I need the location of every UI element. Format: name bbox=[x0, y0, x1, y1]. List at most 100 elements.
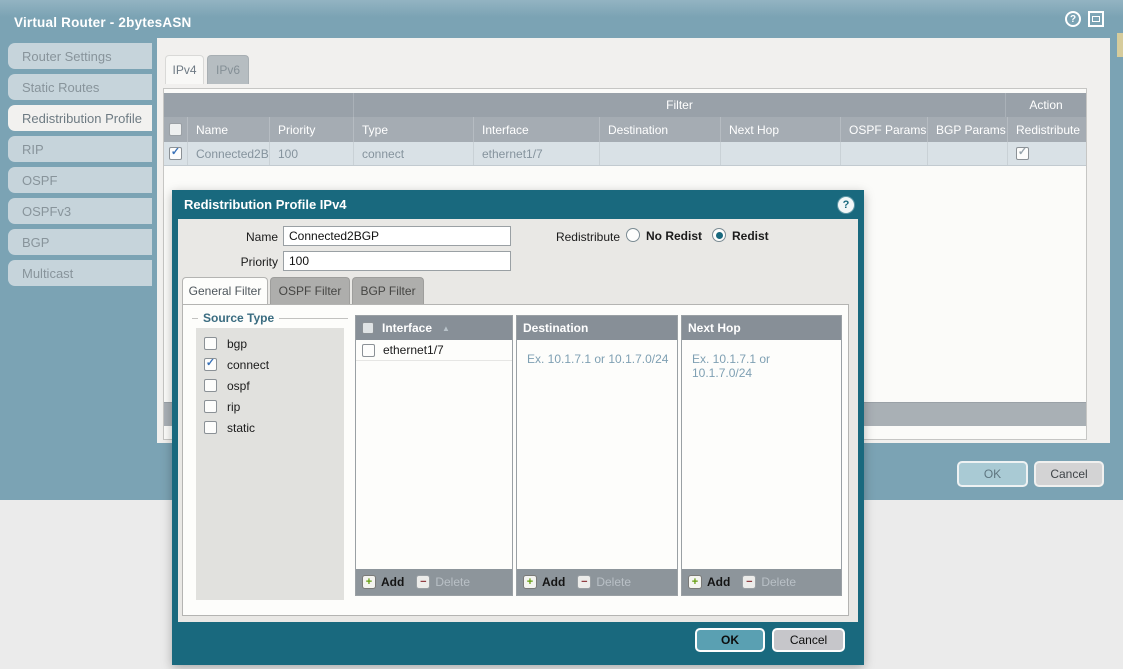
interface-list-footer: + Add − Delete bbox=[356, 569, 512, 595]
source-type-fieldset: Source Type bgp ✓ connect ospf bbox=[192, 311, 348, 603]
next-hop-add-button[interactable]: + Add bbox=[688, 575, 730, 589]
column-header-redistribute[interactable]: Redistribute bbox=[1007, 117, 1086, 142]
sidebar-item-ospfv3[interactable]: OSPFv3 bbox=[8, 198, 152, 224]
tab-bgp-filter[interactable]: BGP Filter bbox=[352, 277, 424, 304]
add-icon: + bbox=[362, 575, 376, 589]
bgp-checkbox[interactable] bbox=[204, 337, 217, 350]
column-header-priority[interactable]: Priority bbox=[269, 117, 353, 142]
delete-icon: − bbox=[742, 575, 756, 589]
source-type-option-rip[interactable]: rip bbox=[196, 396, 344, 417]
sidebar-item-rip[interactable]: RIP bbox=[8, 136, 152, 162]
destination-list-header[interactable]: Destination bbox=[517, 316, 677, 340]
next-hop-list-body[interactable]: Ex. 10.1.7.1 or 10.1.7.0/24 bbox=[682, 340, 841, 569]
destination-list: Destination Ex. 10.1.7.1 or 10.1.7.0/24 … bbox=[516, 315, 678, 596]
screen: Virtual Router - 2bytesASN ? Router Sett… bbox=[0, 0, 1123, 669]
sidebar: Router Settings Static Routes Redistribu… bbox=[8, 43, 152, 286]
no-redist-radio[interactable] bbox=[626, 228, 640, 242]
dialog-titlebar: Virtual Router - 2bytesASN bbox=[0, 0, 1123, 38]
sort-ascending-icon: ▲ bbox=[442, 324, 450, 333]
ethernet-checkbox[interactable] bbox=[362, 344, 375, 357]
sidebar-item-ospf[interactable]: OSPF bbox=[8, 167, 152, 193]
source-type-option-ospf[interactable]: ospf bbox=[196, 375, 344, 396]
source-type-option-static[interactable]: static bbox=[196, 417, 344, 438]
window-resize-icon[interactable] bbox=[1088, 11, 1104, 27]
modal-titlebar: Redistribution Profile IPv4 ? bbox=[172, 190, 864, 219]
redistribute-checkbox: ✓ bbox=[1016, 147, 1029, 160]
sidebar-item-multicast[interactable]: Multicast bbox=[8, 260, 152, 286]
no-redist-radio-label[interactable]: No Redist bbox=[646, 229, 702, 243]
help-icon[interactable]: ? bbox=[1065, 11, 1081, 27]
rip-checkbox[interactable] bbox=[204, 400, 217, 413]
tab-general-filter[interactable]: General Filter bbox=[182, 277, 268, 304]
ospf-checkbox[interactable] bbox=[204, 379, 217, 392]
modal-cancel-button[interactable]: Cancel bbox=[772, 628, 845, 652]
destination-list-body[interactable]: Ex. 10.1.7.1 or 10.1.7.0/24 bbox=[517, 340, 677, 569]
cell-priority: 100 bbox=[269, 142, 353, 165]
column-header-ospf-params[interactable]: OSPF Params bbox=[840, 117, 927, 142]
sidebar-item-bgp[interactable]: BGP bbox=[8, 229, 152, 255]
destination-list-footer: + Add − Delete bbox=[517, 569, 677, 595]
destination-delete-button[interactable]: − Delete bbox=[577, 575, 631, 589]
interface-list: Interface ▲ ethernet1/7 + Add bbox=[355, 315, 513, 596]
modal-body: Name Redistribute No Redist Redist Prior… bbox=[178, 219, 858, 622]
interface-list-header[interactable]: Interface ▲ bbox=[356, 316, 512, 340]
column-header-bgp-params[interactable]: BGP Params bbox=[927, 117, 1007, 142]
name-field[interactable] bbox=[283, 226, 511, 246]
sidebar-item-static-routes[interactable]: Static Routes bbox=[8, 74, 152, 100]
select-all-checkbox[interactable] bbox=[169, 123, 182, 136]
next-hop-list-footer: + Add − Delete bbox=[682, 569, 841, 595]
column-header-next-hop[interactable]: Next Hop bbox=[720, 117, 840, 142]
redist-radio-label[interactable]: Redist bbox=[732, 229, 769, 243]
column-header-name[interactable]: Name bbox=[187, 117, 269, 142]
interface-delete-button[interactable]: − Delete bbox=[416, 575, 470, 589]
table-row[interactable]: ✓ Connected2B... 100 connect ethernet1/7… bbox=[164, 142, 1086, 166]
connect-checkbox[interactable]: ✓ bbox=[204, 358, 217, 371]
priority-field[interactable] bbox=[283, 251, 511, 271]
next-hop-delete-button[interactable]: − Delete bbox=[742, 575, 796, 589]
dialog-ok-button[interactable]: OK bbox=[957, 461, 1028, 487]
cell-ospf-params bbox=[840, 142, 927, 165]
source-type-legend: Source Type bbox=[192, 311, 348, 325]
next-hop-list: Next Hop Ex. 10.1.7.1 or 10.1.7.0/24 + A… bbox=[681, 315, 842, 596]
delete-icon: − bbox=[416, 575, 430, 589]
interface-list-body: ethernet1/7 bbox=[356, 340, 512, 569]
add-icon: + bbox=[688, 575, 702, 589]
tab-ospf-filter[interactable]: OSPF Filter bbox=[270, 277, 350, 304]
row-checkbox[interactable]: ✓ bbox=[169, 147, 182, 160]
priority-label: Priority bbox=[178, 254, 278, 270]
cell-destination bbox=[599, 142, 720, 165]
dialog-cancel-button[interactable]: Cancel bbox=[1034, 461, 1104, 487]
next-hop-list-header[interactable]: Next Hop bbox=[682, 316, 841, 340]
general-filter-panel: Source Type bgp ✓ connect ospf bbox=[182, 304, 849, 616]
cell-name[interactable]: Connected2B... bbox=[187, 142, 269, 165]
modal-title: Redistribution Profile IPv4 bbox=[184, 197, 838, 212]
cell-type: connect bbox=[353, 142, 473, 165]
underlying-page-fragment bbox=[1117, 33, 1123, 57]
static-checkbox[interactable] bbox=[204, 421, 217, 434]
tab-ipv4[interactable]: IPv4 bbox=[165, 55, 204, 84]
interface-add-button[interactable]: + Add bbox=[362, 575, 404, 589]
redistribution-profile-modal: Redistribution Profile IPv4 ? Name Redis… bbox=[172, 190, 864, 665]
name-label: Name bbox=[178, 229, 278, 245]
sidebar-item-router-settings[interactable]: Router Settings bbox=[8, 43, 152, 69]
tab-ipv6[interactable]: IPv6 bbox=[207, 55, 249, 84]
destination-add-button[interactable]: + Add bbox=[523, 575, 565, 589]
table-group-header-row: Filter Action bbox=[164, 93, 1086, 117]
group-header-filter: Filter bbox=[353, 93, 1005, 117]
source-type-option-bgp[interactable]: bgp bbox=[196, 333, 344, 354]
source-type-option-connect[interactable]: ✓ connect bbox=[196, 354, 344, 375]
modal-help-icon[interactable]: ? bbox=[838, 197, 854, 213]
cell-next-hop bbox=[720, 142, 840, 165]
sidebar-item-redistribution-profile[interactable]: Redistribution Profile bbox=[8, 105, 152, 131]
column-header-type[interactable]: Type bbox=[353, 117, 473, 142]
modal-ok-button[interactable]: OK bbox=[695, 628, 765, 652]
interface-select-all-checkbox[interactable] bbox=[362, 322, 374, 334]
add-icon: + bbox=[523, 575, 537, 589]
next-hop-placeholder: Ex. 10.1.7.1 or 10.1.7.0/24 bbox=[682, 340, 841, 380]
redistribute-label: Redistribute bbox=[534, 229, 620, 245]
column-header-destination[interactable]: Destination bbox=[599, 117, 720, 142]
list-item[interactable]: ethernet1/7 bbox=[356, 340, 512, 361]
dialog-title: Virtual Router - 2bytesASN bbox=[14, 15, 192, 30]
redist-radio[interactable] bbox=[712, 228, 726, 242]
column-header-interface[interactable]: Interface bbox=[473, 117, 599, 142]
